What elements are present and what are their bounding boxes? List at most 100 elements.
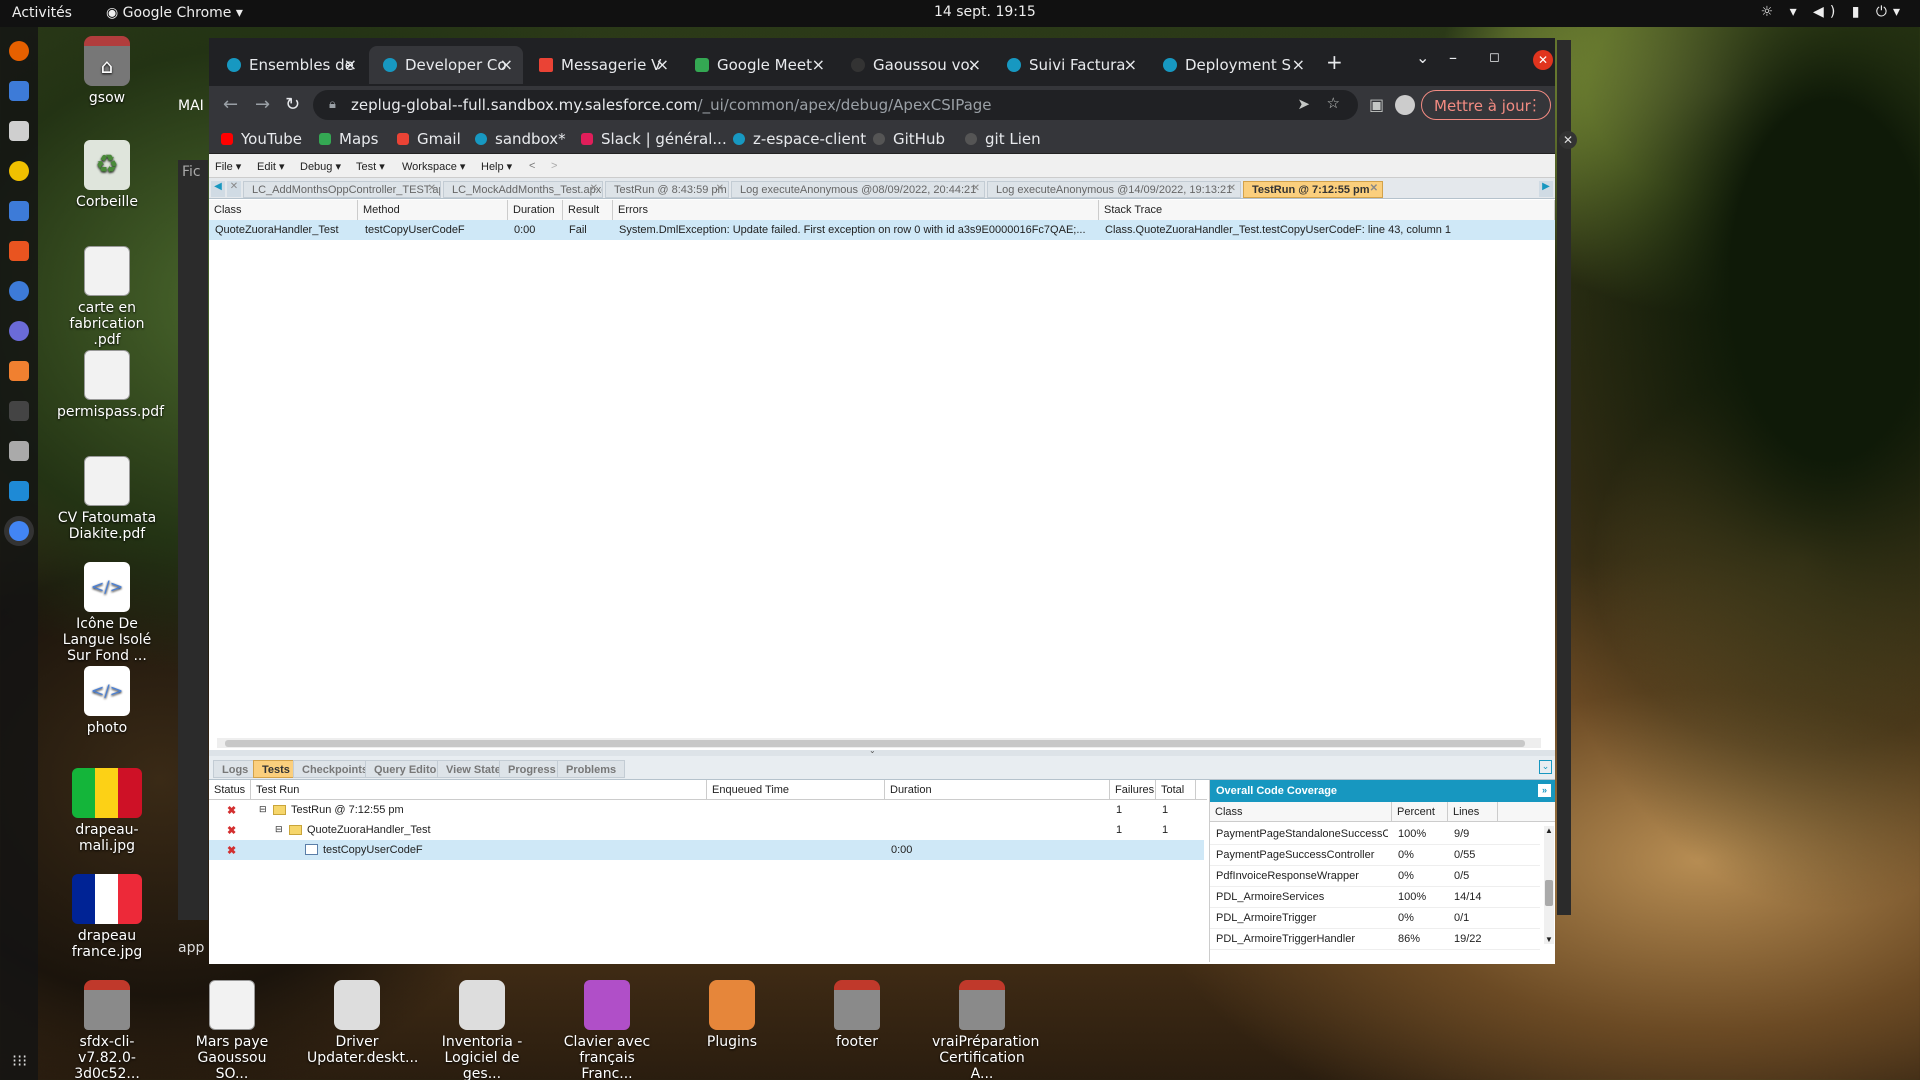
close-tab-icon[interactable]: ✕ bbox=[1228, 183, 1236, 194]
column-header-enqueued-time[interactable]: Enqueued Time bbox=[707, 780, 885, 800]
chrome-icon[interactable] bbox=[9, 521, 29, 541]
reload-icon[interactable]: ↻ bbox=[285, 94, 300, 115]
help-icon[interactable] bbox=[9, 281, 29, 301]
collapse-chevron-icon[interactable]: ⌄ bbox=[869, 746, 876, 755]
coverage-row[interactable]: PaymentPageSuccessController 0% 0/55 bbox=[1210, 845, 1540, 866]
scroll-tabs-right-icon[interactable]: ▶ bbox=[1539, 181, 1553, 197]
show-apps-icon[interactable]: ⁝⁝⁝ bbox=[12, 1051, 27, 1070]
close-tab-icon[interactable]: × bbox=[344, 55, 357, 74]
desktop-icon[interactable]: footer bbox=[807, 980, 907, 1050]
clock[interactable]: 14 sept. 19:15 bbox=[934, 4, 1036, 20]
profile-avatar[interactable] bbox=[1395, 95, 1415, 115]
close-all-icon[interactable]: ✕ bbox=[227, 181, 241, 197]
column-header-duration[interactable]: Duration bbox=[508, 200, 563, 220]
scroll-up-icon[interactable]: ▲ bbox=[1545, 826, 1553, 835]
file-tab[interactable]: Log executeAnonymous @14/09/2022, 19:13:… bbox=[987, 181, 1241, 198]
desktop-icon[interactable]: </> photo bbox=[57, 666, 157, 736]
menu-debug[interactable]: Debug ▾ bbox=[300, 160, 341, 173]
tree-row[interactable]: ✖ ⊟ QuoteZuoraHandler_Test 1 1 bbox=[209, 820, 1204, 840]
bookmark-item[interactable]: Gmail bbox=[397, 130, 461, 148]
desktop-icon[interactable]: vraiPréparation Certification A... bbox=[932, 980, 1039, 1080]
bookmark-item[interactable]: sandbox* bbox=[475, 130, 566, 148]
sublime-icon[interactable] bbox=[9, 361, 29, 381]
bookmark-item[interactable]: Maps bbox=[319, 130, 378, 148]
system-tray[interactable]: ☼ ▾ ◀) ▮ ⏻▾ bbox=[1761, 4, 1906, 20]
bookmark-item[interactable]: Slack | général... bbox=[581, 130, 727, 148]
column-header-duration[interactable]: Duration bbox=[885, 780, 1110, 800]
app-menu[interactable]: ◉ Google Chrome ▾ bbox=[106, 5, 243, 21]
column-header-test-run[interactable]: Test Run bbox=[251, 780, 707, 800]
column-header-failures[interactable]: Failures bbox=[1110, 780, 1156, 800]
scrollbar-thumb[interactable] bbox=[1545, 880, 1553, 906]
url-bar[interactable]: 🔒︎ zeplug-global--full.sandbox.my.salesf… bbox=[313, 90, 1358, 120]
expand-toggle-icon[interactable]: ⊟ bbox=[275, 824, 283, 835]
bookmark-item[interactable]: z-espace-client bbox=[733, 130, 866, 148]
file-tab[interactable]: LC_MockAddMonths_Test.apxc ✕ bbox=[443, 181, 603, 198]
app-icon[interactable] bbox=[9, 321, 29, 341]
browser-tab[interactable]: Gaoussou vo. × bbox=[837, 46, 991, 84]
desktop-icon[interactable]: drapeau france.jpg bbox=[57, 874, 157, 960]
column-header-class[interactable]: Class bbox=[1210, 802, 1392, 822]
panel-collapse-icon[interactable]: ⌄ bbox=[1539, 760, 1552, 774]
file-tab-active[interactable]: TestRun @ 7:12:55 pm ✕ bbox=[1243, 181, 1383, 198]
close-tab-icon[interactable]: × bbox=[656, 55, 669, 74]
maximize-icon[interactable]: ◻ bbox=[1489, 50, 1500, 65]
software-icon[interactable] bbox=[9, 241, 29, 261]
tab-problems[interactable]: Problems bbox=[557, 760, 626, 778]
coverage-row[interactable]: PDL_ArmoireServices 100% 14/14 bbox=[1210, 887, 1540, 908]
new-tab-button[interactable]: + bbox=[1326, 50, 1343, 74]
expand-panel-icon[interactable]: » bbox=[1538, 784, 1551, 797]
browser-tab[interactable]: Deployment S × bbox=[1149, 46, 1315, 84]
scroll-down-icon[interactable]: ▼ bbox=[1545, 935, 1553, 944]
send-icon[interactable]: ➤ bbox=[1297, 95, 1310, 113]
back-icon[interactable]: ← bbox=[223, 94, 238, 115]
column-header-lines[interactable]: Lines bbox=[1448, 802, 1498, 822]
close-tab-icon[interactable]: × bbox=[1292, 55, 1305, 74]
file-tab[interactable]: LC_AddMonthsOppController_TEST.apxc ✕ bbox=[243, 181, 441, 198]
browser-tab[interactable]: Suivi Factura × bbox=[993, 46, 1147, 84]
menu-edit[interactable]: Edit ▾ bbox=[257, 160, 285, 173]
column-header-status[interactable]: Status bbox=[209, 780, 251, 800]
column-header-percent[interactable]: Percent bbox=[1392, 802, 1448, 822]
activities-button[interactable]: Activités bbox=[12, 5, 72, 21]
close-tab-icon[interactable]: ✕ bbox=[716, 183, 724, 194]
menu-test[interactable]: Test ▾ bbox=[356, 160, 385, 173]
bookmark-item[interactable]: git Lien bbox=[965, 130, 1041, 148]
file-tab[interactable]: TestRun @ 8:43:59 pm ✕ bbox=[605, 181, 729, 198]
close-tab-icon[interactable]: × bbox=[812, 55, 825, 74]
column-header-errors[interactable]: Errors bbox=[613, 200, 1099, 220]
desktop-icon[interactable]: ⌂ gsow bbox=[57, 36, 157, 106]
desktop-icon[interactable]: Clavier avec français Franc... bbox=[557, 980, 657, 1080]
desktop-icon[interactable]: Plugins bbox=[682, 980, 782, 1050]
expand-toggle-icon[interactable]: ⊟ bbox=[259, 804, 267, 815]
close-tab-icon[interactable]: × bbox=[1124, 55, 1137, 74]
forward-icon[interactable]: → bbox=[255, 94, 270, 115]
horizontal-scrollbar[interactable] bbox=[217, 738, 1541, 748]
extension-icon[interactable]: ▣ bbox=[1369, 95, 1384, 114]
close-tab-icon[interactable]: ✕ bbox=[972, 183, 980, 194]
desktop-icon[interactable]: CV Fatoumata Diakite.pdf bbox=[57, 456, 157, 542]
writer-icon[interactable] bbox=[9, 201, 29, 221]
update-chrome-button[interactable]: Mettre à jour ⋮ bbox=[1421, 90, 1551, 120]
file-tab[interactable]: Log executeAnonymous @08/09/2022, 20:44:… bbox=[731, 181, 985, 198]
tab-progress[interactable]: Progress bbox=[499, 760, 565, 778]
bookmark-star-icon[interactable]: ☆ bbox=[1327, 94, 1340, 112]
desktop-icon[interactable]: Driver Updater.deskt... bbox=[307, 980, 418, 1066]
close-tab-icon[interactable]: ✕ bbox=[1370, 183, 1378, 194]
desktop-icon[interactable]: Inventoria - Logiciel de ges... bbox=[432, 980, 532, 1080]
history-back-button[interactable]: < bbox=[529, 160, 535, 172]
table-row[interactable]: QuoteZuoraHandler_Test testCopyUserCodeF… bbox=[209, 220, 1555, 240]
desktop-icon[interactable]: ♻ Corbeille bbox=[57, 140, 157, 210]
rhythmbox-icon[interactable] bbox=[9, 161, 29, 181]
browser-tab[interactable]: Messagerie V × bbox=[525, 46, 679, 84]
desktop-icon[interactable]: drapeau-mali.jpg bbox=[57, 768, 157, 854]
column-header-method[interactable]: Method bbox=[358, 200, 508, 220]
column-header-stack-trace[interactable]: Stack Trace bbox=[1099, 200, 1555, 220]
desktop-icon[interactable]: Mars paye Gaoussou SO... bbox=[182, 980, 282, 1080]
terminal-icon[interactable] bbox=[9, 401, 29, 421]
menu-help[interactable]: Help ▾ bbox=[481, 160, 512, 173]
scroll-tabs-left-icon[interactable]: ◀ bbox=[211, 181, 225, 197]
browser-tab-active[interactable]: Developer Co × bbox=[369, 46, 523, 84]
browser-tab[interactable]: Google Meet × bbox=[681, 46, 835, 84]
column-header-total[interactable]: Total bbox=[1156, 780, 1196, 800]
